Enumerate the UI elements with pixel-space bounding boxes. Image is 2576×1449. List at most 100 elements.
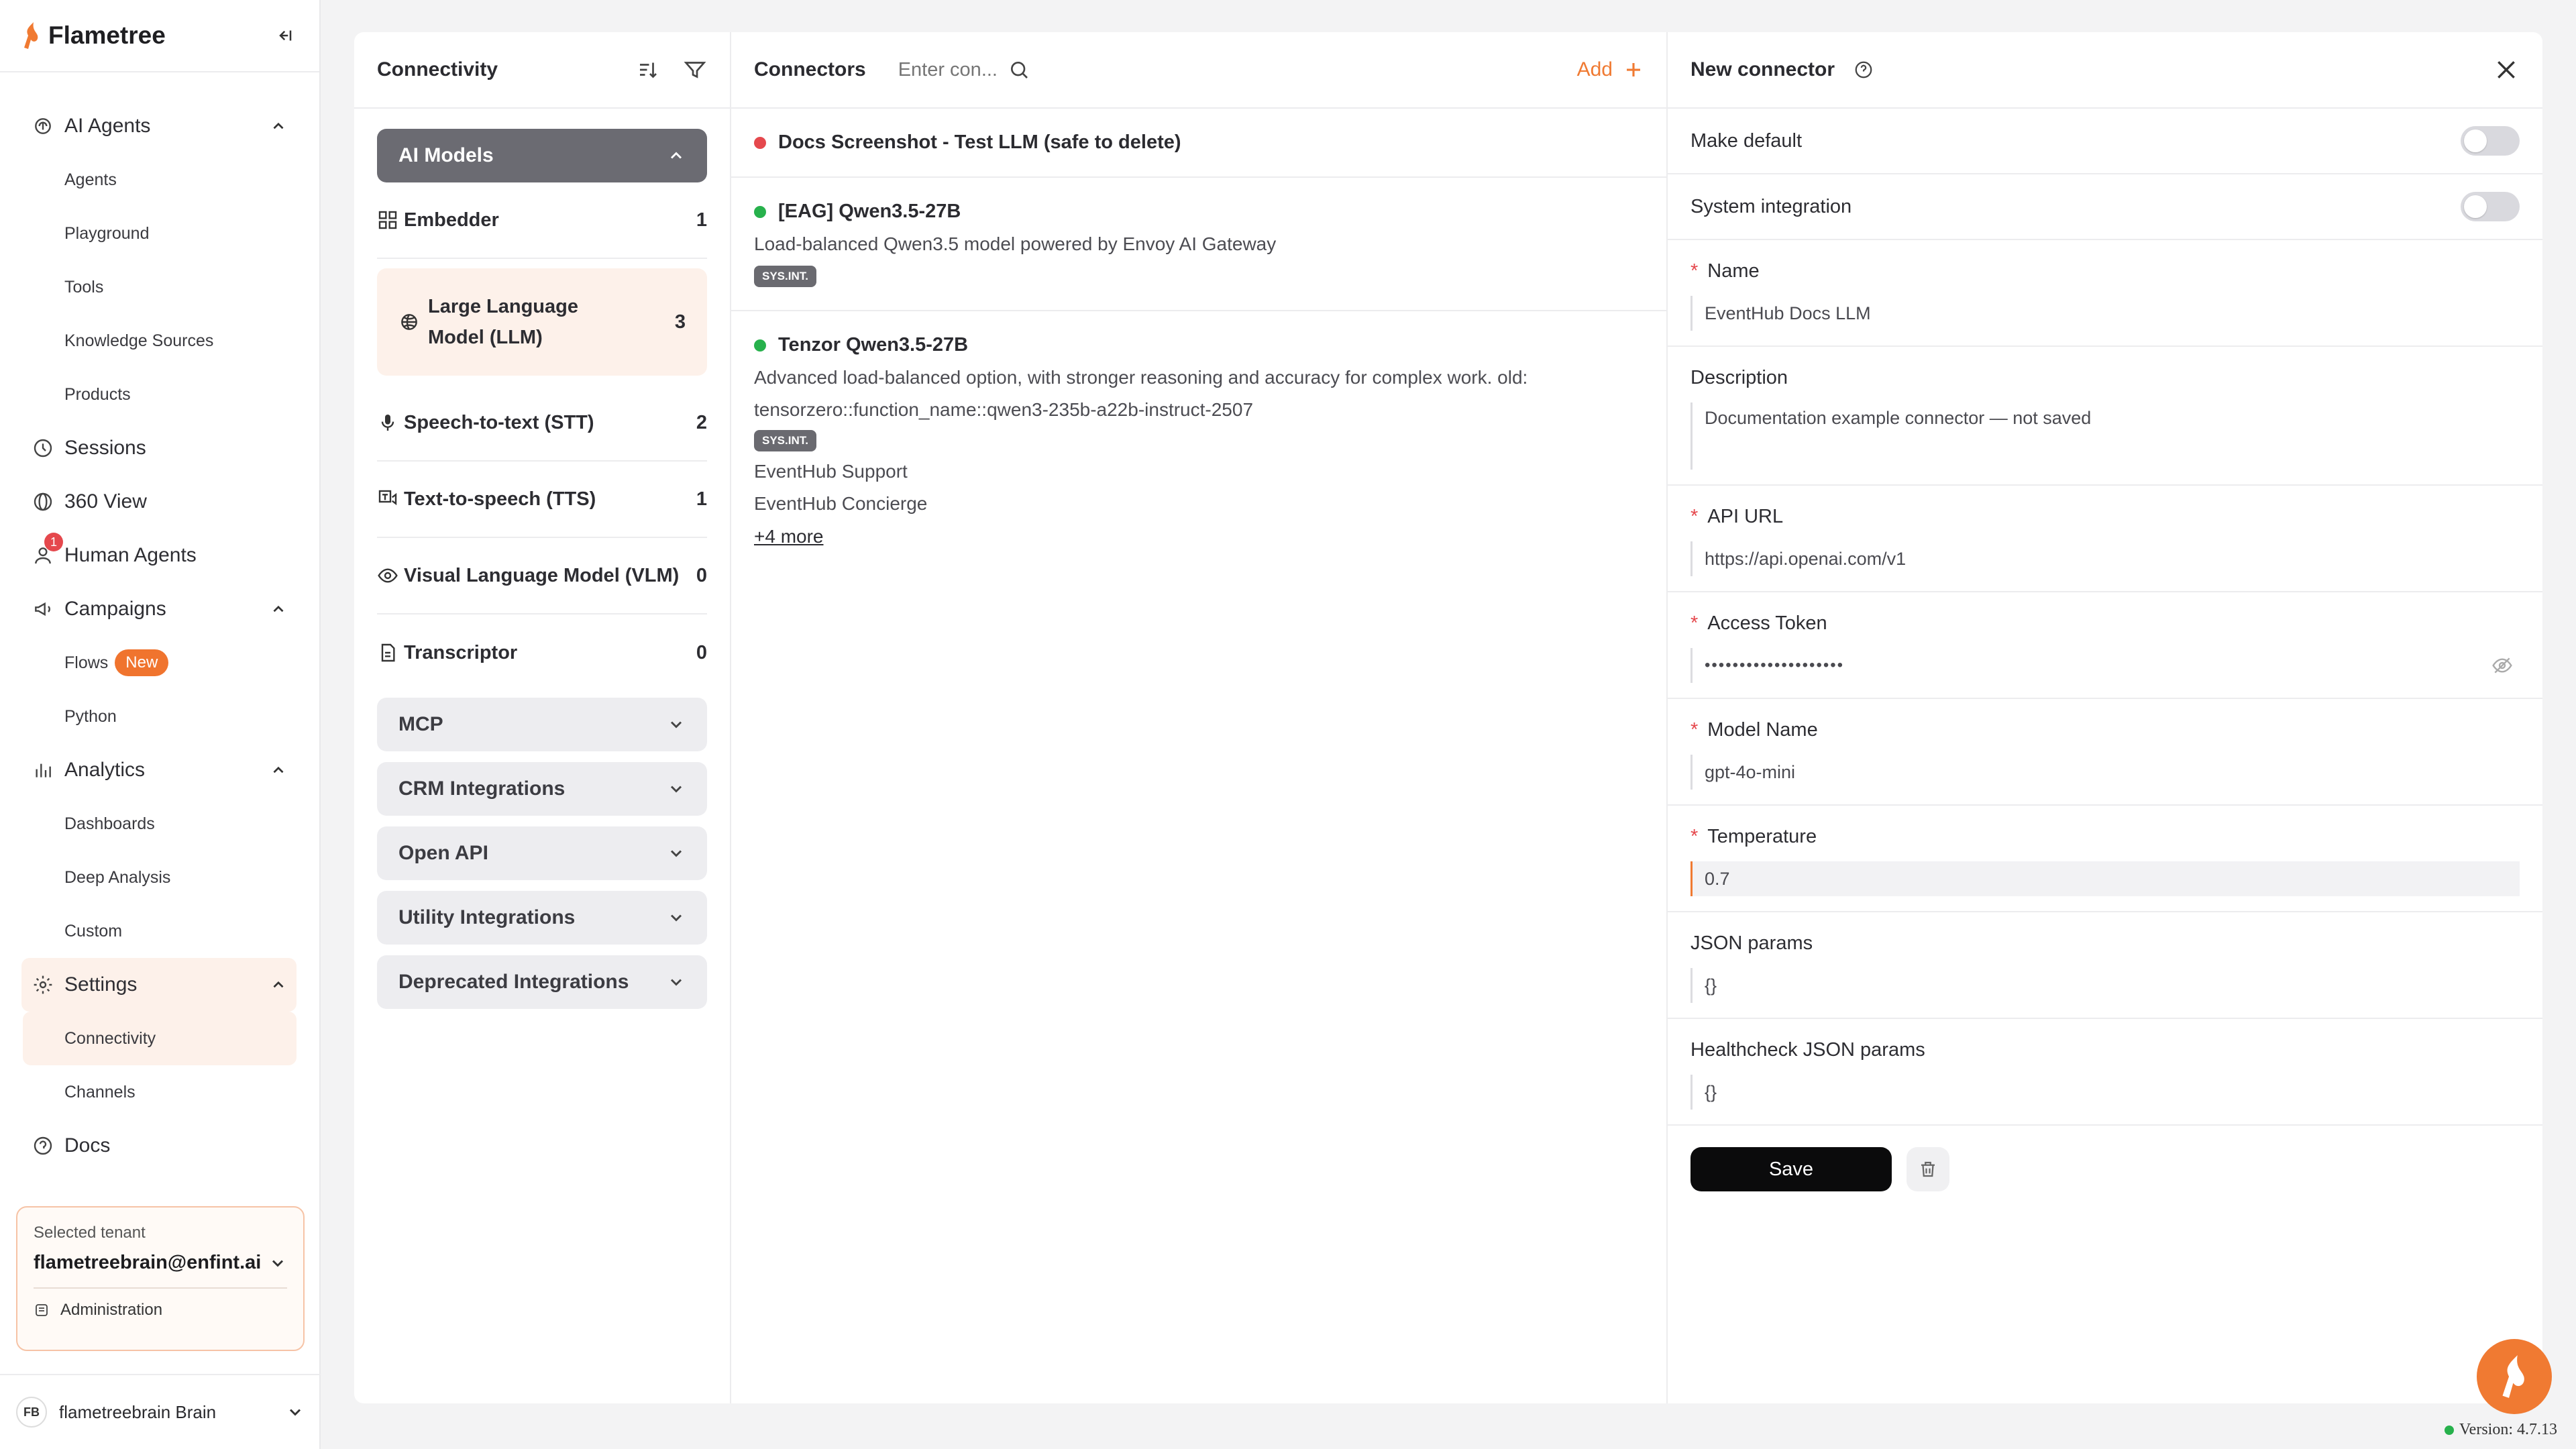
nav-connectivity[interactable]: Connectivity (23, 1012, 297, 1065)
system-integration-label: System integration (1690, 195, 1852, 217)
group-deprecated[interactable]: Deprecated Integrations (377, 955, 707, 1009)
gear-icon (34, 975, 52, 994)
more-agents-link[interactable]: +4 more (754, 520, 1644, 553)
main-card: Connectivity AI Models Embedder 1 Large … (354, 32, 2542, 1403)
category-label: Transcriptor (404, 641, 518, 663)
access-token-value: •••••••••••••••••••• (1705, 656, 1845, 674)
required-marker: * (1690, 826, 1699, 847)
make-default-label: Make default (1690, 129, 1803, 152)
nav-tools[interactable]: Tools (0, 260, 319, 314)
help-icon[interactable] (1854, 60, 1874, 80)
save-button[interactable]: Save (1690, 1147, 1892, 1191)
nav-custom[interactable]: Custom (0, 904, 319, 958)
analytics-icon (36, 763, 51, 777)
category-transcriptor[interactable]: Transcriptor 0 (377, 614, 707, 691)
nav-python[interactable]: Python (0, 690, 319, 743)
collapse-sidebar-button[interactable] (275, 23, 299, 48)
category-llm[interactable]: Large Language Model (LLM) 3 (377, 268, 707, 376)
close-icon[interactable] (2493, 56, 2520, 83)
connector-item[interactable]: Tenzor Qwen3.5-27B Advanced load-balance… (731, 311, 1666, 576)
nav-human-agents[interactable]: 1 Human Agents (0, 529, 319, 582)
nav-agents[interactable]: Agents (0, 153, 319, 207)
healthcheck-params-field[interactable]: {} (1690, 1075, 2520, 1110)
nav-campaigns[interactable]: Campaigns (0, 582, 319, 636)
connector-item[interactable]: [EAG] Qwen3.5-27B Load-balanced Qwen3.5 … (731, 178, 1666, 311)
add-label: Add (1576, 58, 1613, 80)
temperature-field-group: * Temperature 0.7 (1668, 806, 2542, 912)
required-marker: * (1690, 260, 1699, 282)
nav-sessions[interactable]: Sessions (0, 421, 319, 475)
chevron-up-icon (273, 605, 284, 612)
nav-360-view[interactable]: 360 View (0, 475, 319, 529)
category-count: 0 (696, 564, 707, 586)
access-token-field[interactable]: •••••••••••••••••••• (1690, 648, 2520, 683)
nav-ai-agents[interactable]: AI Agents (0, 99, 319, 153)
transcript-icon (381, 643, 395, 662)
assistant-chat-button[interactable] (2477, 1339, 2552, 1414)
status-dot (754, 205, 766, 218)
nav-playground[interactable]: Playground (0, 207, 319, 260)
json-params-field[interactable]: {} (1690, 968, 2520, 1003)
user-menu[interactable]: FB flametreebrain Brain (0, 1374, 321, 1449)
group-ai-models[interactable]: AI Models (377, 129, 707, 182)
search-icon[interactable] (1008, 59, 1030, 80)
nav-channels[interactable]: Channels (0, 1065, 319, 1119)
nav-docs[interactable]: Docs (0, 1119, 319, 1173)
sessions-icon (34, 439, 52, 458)
status-dot (2445, 1425, 2454, 1435)
name-field[interactable]: EventHub Docs LLM (1690, 296, 2520, 331)
search-input[interactable] (898, 58, 999, 81)
nav-deep-analysis[interactable]: Deep Analysis (0, 851, 319, 904)
nav-products[interactable]: Products (0, 368, 319, 421)
category-stt[interactable]: Speech-to-text (STT) 2 (377, 385, 707, 462)
nav-analytics[interactable]: Analytics (0, 743, 319, 797)
eye-off-icon[interactable] (2491, 655, 2513, 676)
api-url-field-group: * API URL https://api.openai.com/v1 (1668, 486, 2542, 592)
administration-link[interactable]: Administration (34, 1301, 287, 1320)
chevron-up-icon (670, 152, 682, 159)
system-integration-toggle[interactable] (2461, 192, 2520, 221)
json-params-field-group: JSON params {} (1668, 912, 2542, 1019)
system-integration-row: System integration (1668, 174, 2542, 240)
panel-title: Connectivity (377, 58, 498, 80)
category-label: Speech-to-text (STT) (404, 411, 594, 433)
category-tts[interactable]: Text-to-speech (TTS) 1 (377, 462, 707, 538)
make-default-toggle[interactable] (2461, 126, 2520, 156)
group-open-api[interactable]: Open API (377, 826, 707, 880)
temperature-field[interactable]: 0.7 (1690, 861, 2520, 896)
add-button[interactable]: Add (1577, 58, 1644, 81)
description-field-group: Description Documentation example connec… (1668, 347, 2542, 486)
model-name-field-group: * Model Name gpt-4o-mini (1668, 699, 2542, 806)
delete-button[interactable] (1907, 1147, 1949, 1191)
sort-icon[interactable] (636, 58, 660, 82)
flametree-logo-icon (24, 22, 38, 49)
category-embedder[interactable]: Embedder 1 (377, 182, 707, 259)
connector-name: [EAG] Qwen3.5-27B (778, 201, 961, 222)
nav-flows[interactable]: Flows New (0, 636, 319, 690)
group-crm[interactable]: CRM Integrations (377, 762, 707, 816)
description-label: Description (1690, 367, 1788, 388)
nav-dashboards[interactable]: Dashboards (0, 797, 319, 851)
chevron-down-icon (670, 850, 682, 857)
connector-name: Docs Screenshot - Test LLM (safe to dele… (778, 131, 1181, 153)
logo-row: Flametree (0, 0, 319, 72)
model-name-field[interactable]: gpt-4o-mini (1690, 755, 2520, 790)
group-utility[interactable]: Utility Integrations (377, 891, 707, 945)
docs-icon (34, 1136, 52, 1155)
tenant-selector[interactable]: flametreebrain@enfint.ai (34, 1252, 287, 1274)
status-dot (754, 339, 766, 352)
connector-item[interactable]: Docs Screenshot - Test LLM (safe to dele… (731, 109, 1666, 178)
api-url-field[interactable]: https://api.openai.com/v1 (1690, 541, 2520, 576)
description-field[interactable]: Documentation example connector — not sa… (1690, 402, 2520, 470)
filter-icon[interactable] (683, 58, 707, 82)
group-mcp[interactable]: MCP (377, 698, 707, 751)
category-vlm[interactable]: Visual Language Model (VLM) 0 (377, 538, 707, 614)
nav-knowledge-sources[interactable]: Knowledge Sources (0, 314, 319, 368)
nav-settings[interactable]: Settings (21, 958, 297, 1012)
main-nav: AI Agents Agents Playground Tools Knowle… (0, 72, 319, 1173)
sidebar: Flametree AI Agents Agents Playground To… (0, 0, 321, 1449)
divider (34, 1287, 287, 1289)
sys-int-badge: SYS.INT. (754, 266, 816, 287)
tenant-value: flametreebrain@enfint.ai (34, 1252, 262, 1273)
ai-agents-icon (35, 118, 51, 134)
